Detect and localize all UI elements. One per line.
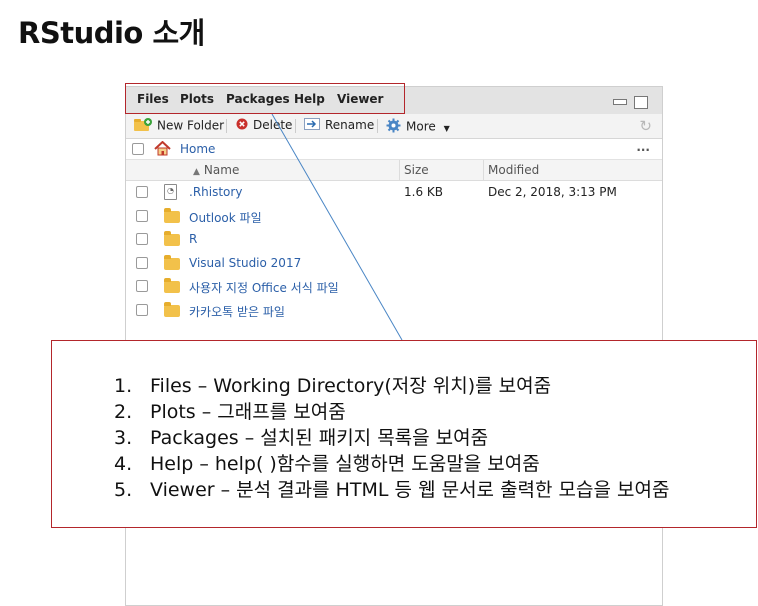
column-divider (399, 160, 400, 180)
callout-box: 1. Files – Working Directory(저장 위치)를 보여줌 … (51, 340, 757, 528)
more-label: More (406, 119, 436, 134)
rename-button[interactable]: Rename (304, 118, 374, 133)
file-name[interactable]: 카카오톡 받은 파일 (189, 303, 285, 320)
file-name[interactable]: Outlook 파일 (189, 209, 262, 226)
list-text: Viewer – 분석 결과를 HTML 등 웹 문서로 출력한 모습을 보여줌 (150, 479, 670, 501)
row-checkbox[interactable] (136, 280, 148, 292)
file-modified: Dec 2, 2018, 3:13 PM (488, 185, 617, 199)
list-number: 2. (114, 401, 133, 423)
file-name[interactable]: Visual Studio 2017 (189, 256, 301, 270)
window-controls (609, 95, 648, 109)
folder-icon (164, 278, 180, 293)
column-name-label: Name (203, 163, 240, 177)
list-text: Packages – 설치된 패키지 목록을 보여줌 (150, 427, 489, 449)
rename-icon (304, 118, 320, 133)
column-size[interactable]: Size (404, 163, 429, 177)
select-all-checkbox[interactable] (132, 143, 144, 155)
list-text: Help – help( )함수를 실행하면 도움말을 보여줌 (150, 453, 540, 475)
row-checkbox[interactable] (136, 210, 148, 222)
file-list-header: ▲ Name Size Modified (126, 160, 662, 181)
delete-label: Delete (253, 118, 293, 132)
list-number: 4. (114, 453, 133, 475)
folder-icon (164, 302, 180, 317)
list-number: 3. (114, 427, 133, 449)
list-text: Files – Working Directory(저장 위치)를 보여줌 (150, 375, 552, 397)
file-row[interactable]: ◔ .Rhistory 1.6 KB Dec 2, 2018, 3:13 PM (126, 181, 662, 204)
minimize-icon[interactable] (612, 99, 627, 105)
gear-icon (386, 118, 401, 136)
folder-icon (164, 208, 180, 223)
column-divider (483, 160, 484, 180)
refresh-icon[interactable]: ↻ (639, 117, 652, 135)
path-bar: Home ... (126, 139, 662, 160)
file-row[interactable]: R (126, 228, 662, 251)
toolbar-divider (377, 119, 378, 133)
column-modified[interactable]: Modified (488, 163, 539, 177)
file-row[interactable]: 카카오톡 받은 파일 (126, 299, 662, 322)
file-row[interactable]: Visual Studio 2017 (126, 252, 662, 275)
list-number: 5. (114, 479, 133, 501)
list-text: Plots – 그래프를 보여줌 (150, 401, 346, 423)
file-name[interactable]: 사용자 지정 Office 서식 파일 (189, 279, 339, 296)
delete-icon (236, 118, 248, 133)
rename-label: Rename (325, 118, 375, 132)
chevron-down-icon: ▼ (443, 123, 450, 133)
file-name[interactable]: R (189, 232, 197, 246)
list-item: 4. Help – help( )함수를 실행하면 도움말을 보여줌 (114, 451, 669, 477)
document-icon: ◔ (164, 184, 177, 200)
tabs-highlight-box (125, 83, 405, 114)
new-folder-icon (134, 118, 152, 134)
list-number: 1. (114, 375, 133, 397)
toolbar-divider (295, 119, 296, 133)
home-icon[interactable] (154, 140, 171, 159)
sort-ascending-icon: ▲ (193, 167, 200, 177)
delete-button[interactable]: Delete (236, 118, 292, 133)
breadcrumb-home[interactable]: Home (180, 142, 215, 156)
files-toolbar: New Folder Delete Rename More ▼ ↻ (126, 114, 662, 139)
list-item: 3. Packages – 설치된 패키지 목록을 보여줌 (114, 425, 669, 451)
list-item: 5. Viewer – 분석 결과를 HTML 등 웹 문서로 출력한 모습을 보… (114, 477, 669, 503)
file-name[interactable]: .Rhistory (189, 185, 242, 199)
slide-title: RStudio 소개 (18, 16, 205, 50)
new-folder-button[interactable]: New Folder (134, 118, 224, 134)
row-checkbox[interactable] (136, 186, 148, 198)
folder-icon (164, 231, 180, 246)
toolbar-divider (226, 119, 227, 133)
file-row[interactable]: Outlook 파일 (126, 205, 662, 228)
row-checkbox[interactable] (136, 257, 148, 269)
maximize-icon[interactable] (634, 95, 648, 109)
row-checkbox[interactable] (136, 233, 148, 245)
column-name[interactable]: ▲ Name (193, 163, 239, 177)
callout-list: 1. Files – Working Directory(저장 위치)를 보여줌 … (114, 373, 669, 503)
list-item: 1. Files – Working Directory(저장 위치)를 보여줌 (114, 373, 669, 399)
folder-icon (164, 255, 180, 270)
new-folder-label: New Folder (157, 118, 225, 133)
more-menu-button[interactable]: More ▼ (386, 118, 450, 136)
list-item: 2. Plots – 그래프를 보여줌 (114, 399, 669, 425)
row-checkbox[interactable] (136, 304, 148, 316)
file-row[interactable]: 사용자 지정 Office 서식 파일 (126, 275, 662, 298)
file-size: 1.6 KB (404, 185, 443, 199)
path-overflow-button[interactable]: ... (636, 140, 650, 154)
